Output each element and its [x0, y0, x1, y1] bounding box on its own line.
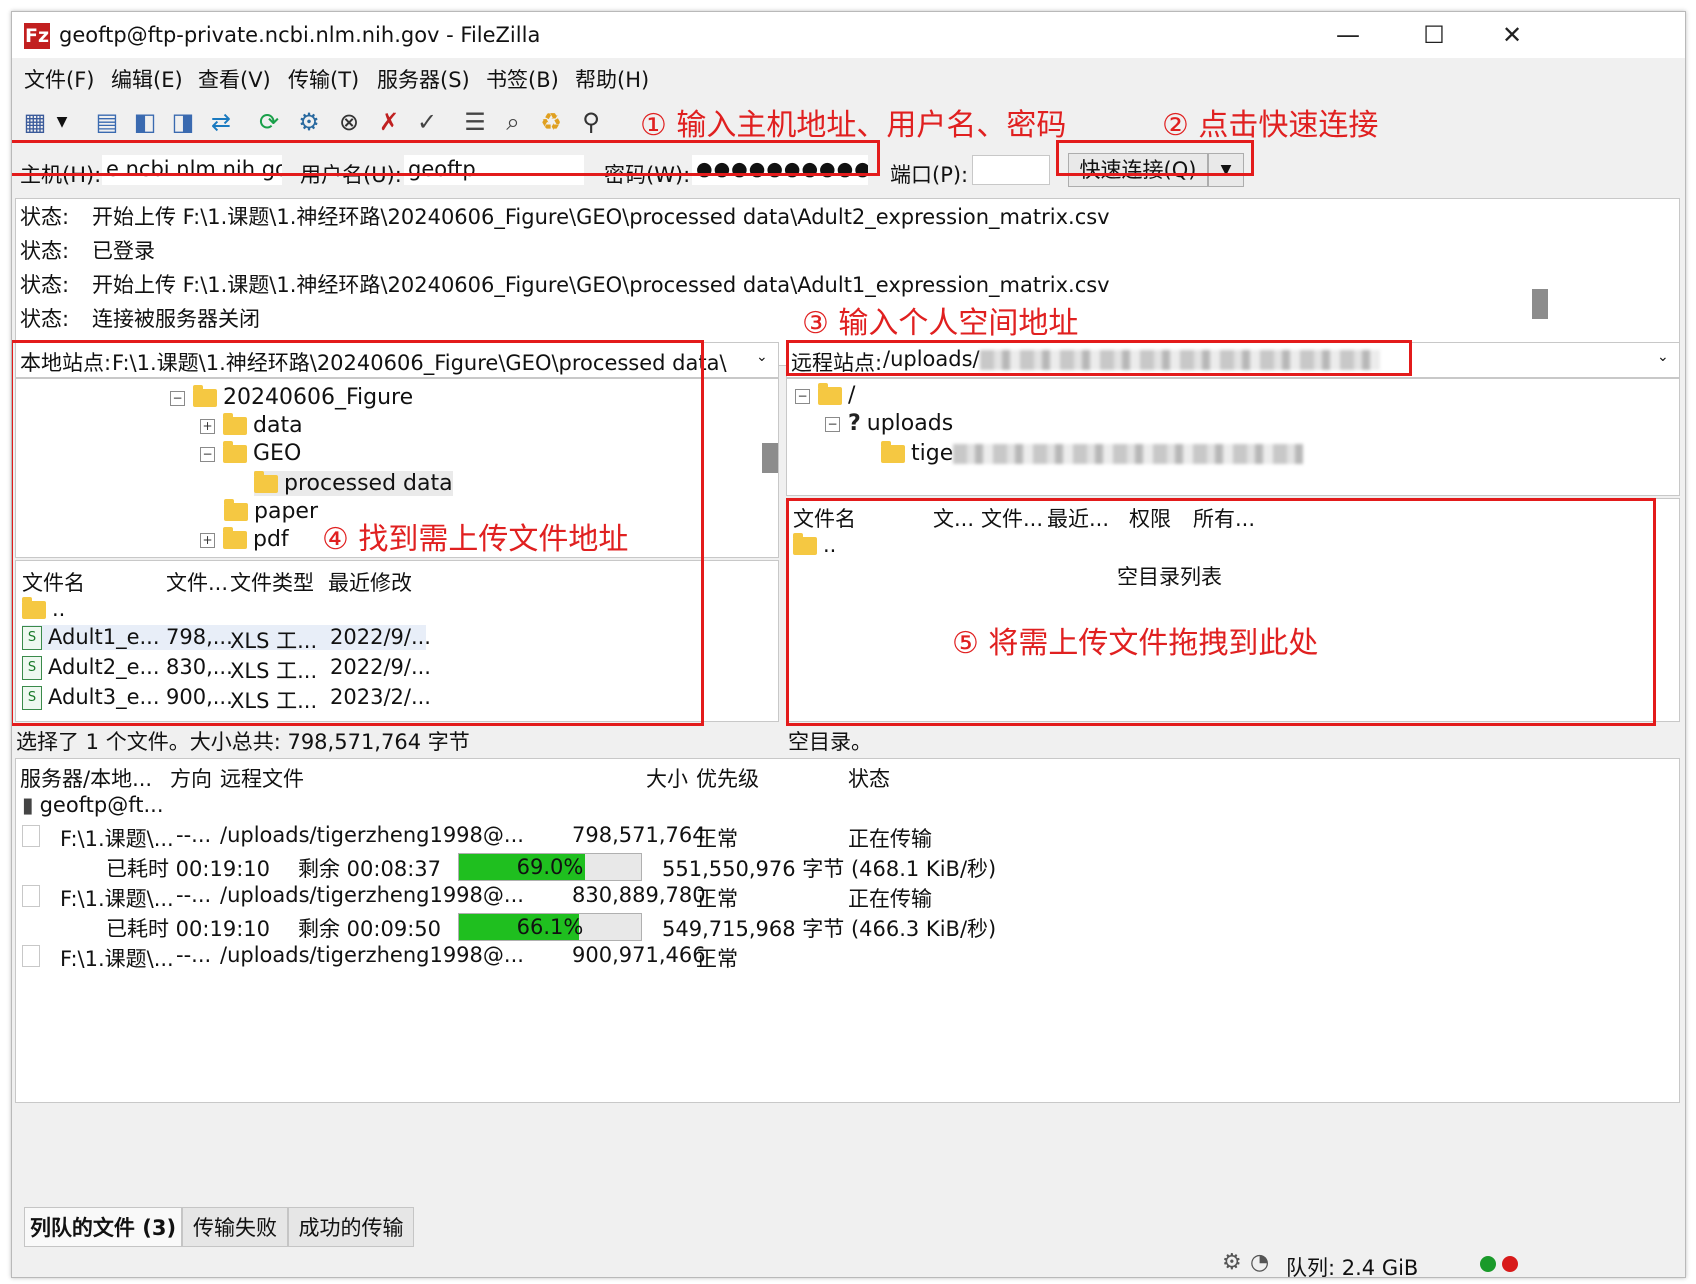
log-line: 状态: 连接被服务器关闭 [20, 307, 260, 331]
activity-red-icon [1502, 1256, 1518, 1272]
highlight-credentials [12, 140, 880, 176]
cancel-icon[interactable]: ⊗ [332, 104, 366, 140]
log-scrollbar[interactable] [1532, 289, 1548, 319]
annotation-2: ② 点击快速连接 [1162, 108, 1379, 143]
transfer-bytes: 551,550,976 字节 (468.1 KiB/秒) [662, 857, 997, 881]
col-server-local[interactable]: 服务器/本地... [20, 763, 152, 793]
elapsed-time: 已耗时 00:19:10 [106, 857, 270, 881]
elapsed-time: 已耗时 00:19:10 [106, 917, 270, 941]
menu-transfer[interactable]: 传输(T) [288, 64, 359, 94]
file-icon [22, 825, 40, 847]
toggle-log-icon[interactable]: ▤ [90, 104, 124, 140]
progress-bar: 66.1% [458, 913, 642, 941]
menu-help[interactable]: 帮助(H) [575, 64, 649, 94]
log-line: 状态: 开始上传 F:\1.课题\1.神经环路\20240606_Figure\G… [20, 273, 1110, 297]
toggle-local-tree-icon[interactable]: ◧ [128, 104, 162, 140]
local-status: 选择了 1 个文件。大小总共: 798,571,764 字节 [16, 730, 470, 754]
tab-queued-files[interactable]: 列队的文件 (3) [24, 1207, 182, 1247]
status-bar: ⚙ ◔ 队列: 2.4 GiB [12, 1250, 1685, 1278]
log-line: 状态: 已登录 [20, 239, 155, 263]
unknown-folder-icon: ? [848, 411, 861, 436]
col-size[interactable]: 大小 [646, 763, 688, 793]
queue-server[interactable]: ▮ geoftp@ft... [22, 793, 164, 817]
highlight-local [12, 340, 704, 726]
col-direction[interactable]: 方向 [170, 763, 212, 793]
dropdown-arrow-icon[interactable]: ▼ [52, 104, 72, 140]
site-manager-icon[interactable]: ▦ [18, 104, 52, 140]
toggle-remote-tree-icon[interactable]: ◨ [166, 104, 200, 140]
process-queue-icon[interactable]: ⚙ [292, 104, 326, 140]
maximize-button[interactable]: ☐ [1412, 18, 1456, 52]
queue-item[interactable]: F:\1.课题\... --... /uploads/tigerzheng199… [22, 943, 1022, 971]
reconnect-icon[interactable]: ✓ [410, 104, 444, 140]
queue-tabs: 列队的文件 (3) 传输失败 成功的传输 [12, 1205, 1685, 1247]
redacted-folder [953, 444, 1304, 464]
annotation-1: ① 输入主机地址、用户名、密码 [640, 108, 1067, 143]
tree-node-user[interactable]: tige [881, 441, 1304, 466]
port-input[interactable] [972, 155, 1050, 185]
refresh-icon[interactable]: ⟳ [252, 104, 286, 140]
filezilla-logo-icon: Fz [24, 23, 50, 49]
transfer-queue: 服务器/本地... 方向 远程文件 大小 优先级 状态 ▮ geoftp@ft..… [15, 758, 1680, 1103]
highlight-remote-list [786, 498, 1656, 726]
remote-tree: − / −? uploads tige [786, 378, 1680, 496]
progress-bar: 69.0% [458, 853, 642, 881]
directory-listing-filters-icon[interactable]: ☰ [458, 104, 492, 140]
folder-icon [881, 441, 905, 463]
window-title: geoftp@ftp-private.ncbi.nlm.nih.gov - Fi… [59, 23, 541, 47]
remote-status: 空目录。 [788, 730, 872, 754]
col-remote-file[interactable]: 远程文件 [220, 763, 304, 793]
menu-edit[interactable]: 编辑(E) [111, 64, 183, 94]
port-label: 端口(P): [890, 163, 969, 187]
toggle-compare-icon[interactable]: ⌕ [496, 104, 530, 140]
speed-limit-icon[interactable]: ◔ [1250, 1250, 1269, 1275]
menu-view[interactable]: 查看(V) [198, 64, 271, 94]
menu-server[interactable]: 服务器(S) [377, 64, 470, 94]
tree-node-root[interactable]: − / [795, 383, 855, 408]
log-line: 状态: 开始上传 F:\1.课题\1.神经环路\20240606_Figure\G… [20, 205, 1110, 229]
file-icon [22, 945, 40, 967]
queue-item[interactable]: F:\1.课题\... --... /uploads/tigerzheng199… [22, 883, 1022, 911]
highlight-remote-path [786, 340, 1412, 376]
transfer-bytes: 549,715,968 字节 (466.3 KiB/秒) [662, 917, 997, 941]
file-icon [22, 885, 40, 907]
col-priority[interactable]: 优先级 [696, 763, 759, 793]
sync-browse-icon[interactable]: ♻ [534, 104, 568, 140]
minimize-button[interactable]: — [1326, 18, 1370, 52]
col-state[interactable]: 状态 [848, 763, 890, 793]
server-icon: ▮ [22, 793, 34, 817]
menu-bookmarks[interactable]: 书签(B) [486, 64, 559, 94]
close-button[interactable]: ✕ [1490, 18, 1534, 52]
toggle-queue-icon[interactable]: ⇄ [204, 104, 238, 140]
menu-bar: 文件(F) 编辑(E) 查看(V) 传输(T) 服务器(S) 书签(B) 帮助(… [12, 62, 1685, 94]
local-tree-scrollbar[interactable] [762, 443, 778, 473]
remote-site-dropdown-icon[interactable]: ⌄ [1657, 349, 1669, 365]
tree-node-uploads[interactable]: −? uploads [825, 411, 953, 436]
highlight-quickconnect [1056, 140, 1254, 176]
remaining-time: 剩余 00:09:50 [298, 917, 441, 941]
remaining-time: 剩余 00:08:37 [298, 857, 441, 881]
disconnect-icon[interactable]: ✗ [372, 104, 406, 140]
local-site-dropdown-icon[interactable]: ⌄ [756, 349, 768, 365]
search-icon[interactable]: ⚲ [574, 104, 608, 140]
activity-green-icon [1480, 1256, 1496, 1272]
folder-icon [818, 383, 842, 405]
annotation-3: ③ 输入个人空间地址 [802, 306, 1079, 341]
title-bar: Fz geoftp@ftp-private.ncbi.nlm.nih.gov -… [12, 12, 1685, 58]
queue-size: 队列: 2.4 GiB [1286, 1256, 1419, 1278]
filezilla-window: Fz geoftp@ftp-private.ncbi.nlm.nih.gov -… [11, 11, 1686, 1278]
menu-file[interactable]: 文件(F) [24, 64, 94, 94]
settings-gear-icon[interactable]: ⚙ [1222, 1250, 1242, 1275]
tab-failed-transfers[interactable]: 传输失败 [182, 1207, 288, 1247]
queue-item[interactable]: F:\1.课题\... --... /uploads/tigerzheng199… [22, 823, 1022, 851]
tab-successful-transfers[interactable]: 成功的传输 [288, 1207, 414, 1247]
